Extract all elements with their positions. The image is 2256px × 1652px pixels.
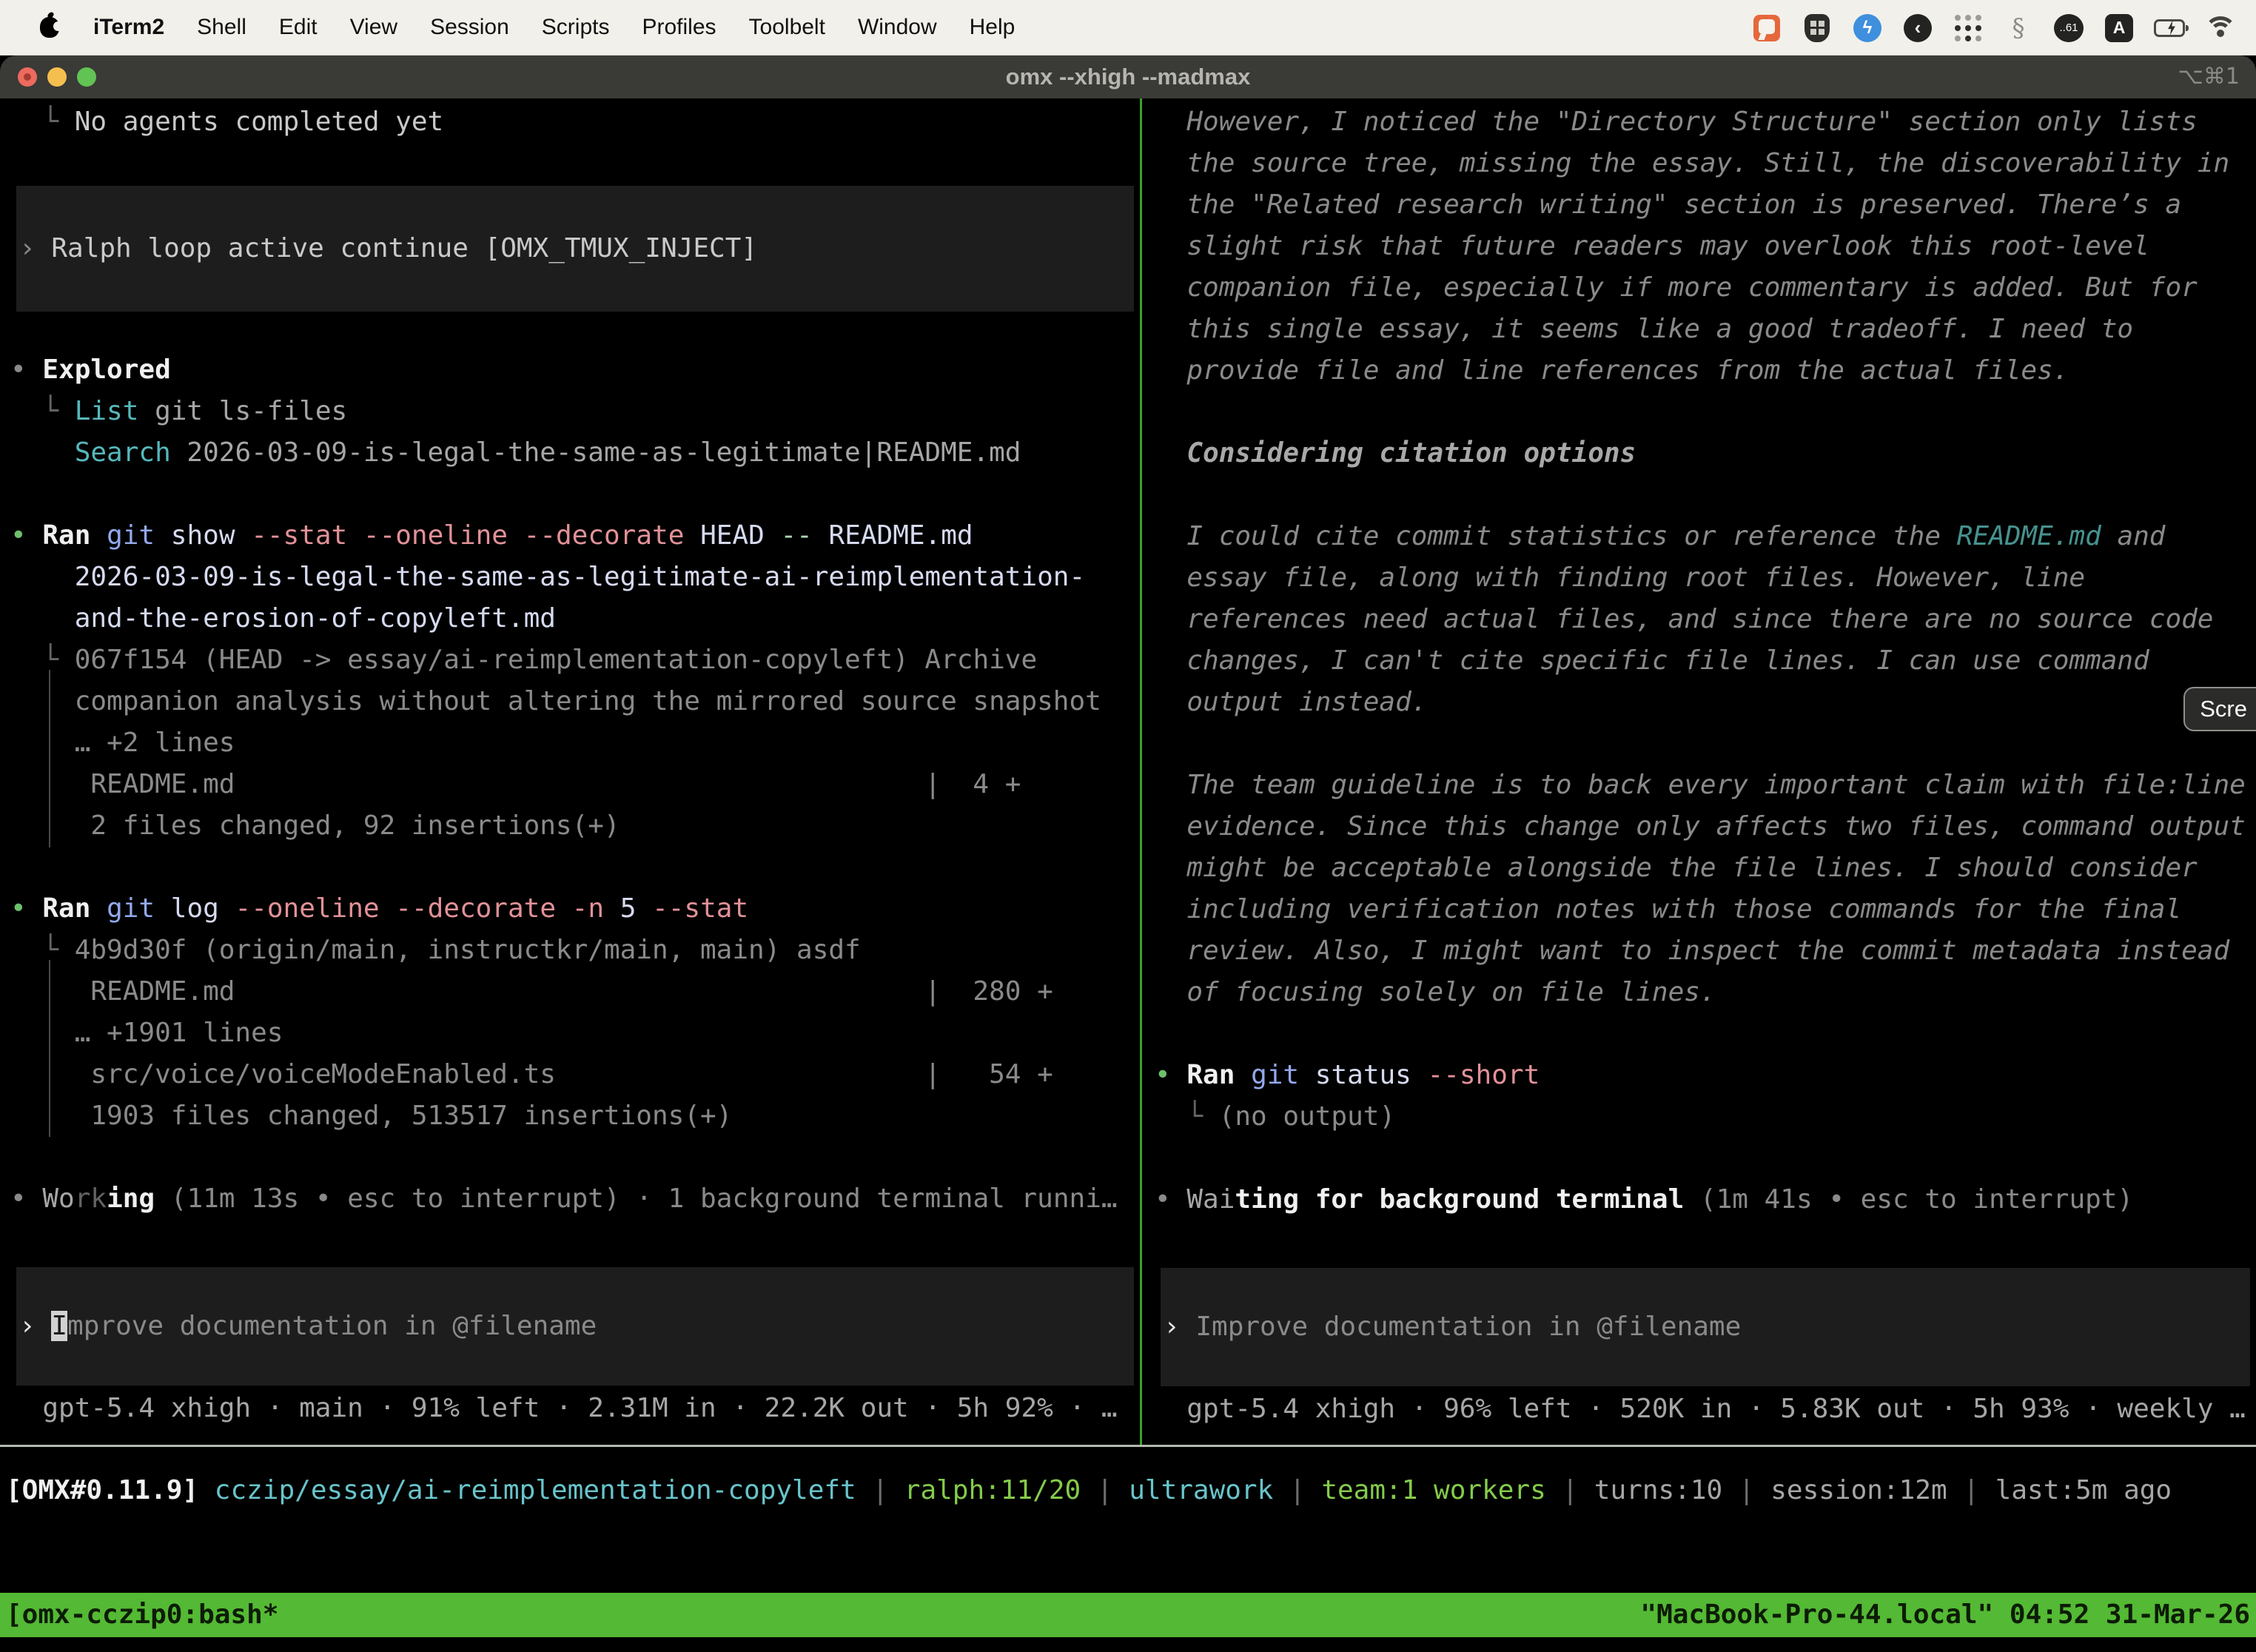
terminal-line: of focusing solely on file lines.: [1155, 972, 2256, 1013]
prompt-input[interactable]: › Ralph loop active continue [OMX_TMUX_I…: [16, 186, 1134, 312]
terminal-line: including verification notes with those …: [1155, 889, 2256, 930]
terminal-line: slight risk that future readers may over…: [1155, 226, 2256, 267]
menu-item-iterm2[interactable]: iTerm2: [93, 15, 164, 40]
pane-bottom-border: [0, 1445, 2256, 1447]
terminal-line: references need actual files, and since …: [1155, 599, 2256, 640]
tmux-session-window[interactable]: [omx-cczip0:bash*: [6, 1593, 278, 1637]
blue-badge-icon[interactable]: ϟ: [1852, 13, 1883, 44]
terminal-line: • Working (11m 13s • esc to interrupt) ·…: [10, 1178, 1140, 1220]
wifi-icon[interactable]: [2204, 13, 2235, 44]
dots-grid-icon[interactable]: [1953, 13, 1984, 44]
orange-chat-app-icon[interactable]: [1751, 13, 1782, 44]
tree-connector-line: [49, 670, 50, 847]
terminal-line: [1155, 723, 2256, 765]
terminal-line: [10, 1137, 1140, 1178]
menu-items: iTerm2 Shell Edit View Session Scripts Profile…: [93, 15, 1015, 40]
prompt-input[interactable]: › Improve documentation in @filename: [16, 1267, 1134, 1386]
terminal-line: src/voice/voiceModeEnabled.ts | 54 +: [10, 1054, 1140, 1095]
tree-connector-line: [49, 960, 50, 1137]
prompt-input[interactable]: › Improve documentation in @filename: [1161, 1268, 2250, 1386]
terminal-line: [1155, 1013, 2256, 1055]
tmux-pane-divider[interactable]: [1140, 98, 1142, 1446]
menu-item-help[interactable]: Help: [970, 15, 1015, 40]
terminal-line: the "Related research writing" section i…: [1155, 184, 2256, 226]
terminal-line: might be acceptable alongside the file l…: [1155, 847, 2256, 889]
terminal-line: [10, 474, 1140, 515]
menu-item-scripts[interactable]: Scripts: [542, 15, 610, 40]
terminal-line: review. Also, I might want to inspect th…: [1155, 930, 2256, 972]
terminal-line: • Ran git show --stat --oneline --decora…: [10, 515, 1140, 557]
terminal-line: README.md | 4 +: [10, 764, 1140, 805]
window-title-bar: omx --xhigh --madmax ⌥⌘1: [0, 56, 2256, 98]
terminal-line: 2 files changed, 92 insertions(+): [10, 805, 1140, 847]
terminal-line: [1155, 392, 2256, 433]
terminal-line: and-the-erosion-of-copyleft.md: [10, 598, 1140, 639]
right-pane: However, I noticed the "Directory Struct…: [1143, 98, 2256, 1446]
terminal-line: • Explored: [10, 349, 1140, 391]
terminal: └ No agents completed yet › Ralph loop ac…: [0, 98, 2256, 1446]
terminal-line: • Waiting for background terminal (1m 41…: [1155, 1179, 2256, 1220]
tmux-host-clock: "MacBook-Pro-44.local" 04:52 31-Mar-26: [1640, 1593, 2250, 1637]
terminal-line: The team guideline is to back every impo…: [1155, 765, 2256, 806]
terminal-line: 2026-03-09-is-legal-the-same-as-legitima…: [10, 557, 1140, 598]
model-status-line: gpt-5.4 xhigh · 96% left · 520K in · 5.8…: [1155, 1389, 2256, 1430]
terminal-line: output instead.: [1155, 682, 2256, 723]
terminal-line: Search 2026-03-09-is-legal-the-same-as-l…: [10, 432, 1140, 474]
terminal-line: README.md | 280 +: [10, 971, 1140, 1013]
menu-item-window[interactable]: Window: [858, 15, 937, 40]
window-shortcut-badge: ⌥⌘1: [2178, 56, 2240, 98]
terminal-line: the source tree, missing the essay. Stil…: [1155, 143, 2256, 184]
menu-item-toolbelt[interactable]: Toolbelt: [749, 15, 825, 40]
squiggle-icon[interactable]: §: [2003, 13, 2034, 44]
menu-item-edit[interactable]: Edit: [279, 15, 318, 40]
terminal-line: └ 4b9d30f (origin/main, instructkr/main,…: [10, 930, 1140, 971]
terminal-line: Considering citation options: [1155, 433, 2256, 474]
terminal-line: … +2 lines: [10, 722, 1140, 764]
terminal-line: I could cite commit statistics or refere…: [1155, 516, 2256, 557]
terminal-line: └ (no output): [1155, 1096, 2256, 1138]
terminal-line: However, I noticed the "Directory Struct…: [1155, 101, 2256, 143]
window-title: omx --xhigh --madmax: [0, 56, 2256, 98]
terminal-line: └ List git ls-files: [10, 391, 1140, 432]
terminal-line: provide file and line references from th…: [1155, 350, 2256, 392]
terminal-line: [1155, 1138, 2256, 1179]
terminal-line: 1903 files changed, 513517 insertions(+): [10, 1095, 1140, 1137]
spacer: [10, 312, 1140, 349]
terminal-line: changes, I can't cite specific file line…: [1155, 640, 2256, 682]
menu-bar: iTerm2 Shell Edit View Session Scripts Profile…: [0, 0, 2256, 56]
terminal-line: [1155, 474, 2256, 516]
terminal-line: • Ran git log --oneline --decorate -n 5 …: [10, 888, 1140, 930]
terminal-line: └ 067f154 (HEAD -> essay/ai-reimplementa…: [10, 639, 1140, 681]
tmux-status-bar: [omx-cczip0:bash* "MacBook-Pro-44.local"…: [0, 1593, 2256, 1637]
omx-status-bar: [OMX#0.11.9] cczip/essay/ai-reimplementa…: [0, 1469, 2256, 1512]
left-pane: └ No agents completed yet › Ralph loop ac…: [0, 98, 1140, 1446]
count-badge-icon[interactable]: ..61: [2053, 13, 2084, 44]
shield-grid-icon[interactable]: [1802, 13, 1833, 44]
screen-notification-overlay[interactable]: Scre: [2183, 687, 2256, 731]
menu-status-icons: ϟ ‹ § ..61 A: [1751, 0, 2235, 56]
terminal-line: essay file, along with finding root file…: [1155, 557, 2256, 599]
a-badge-icon[interactable]: A: [2104, 13, 2135, 44]
terminal-line: └ No agents completed yet: [10, 101, 1140, 143]
terminal-line: • Ran git status --short: [1155, 1055, 2256, 1096]
menu-item-view[interactable]: View: [350, 15, 397, 40]
terminal-line: [10, 847, 1140, 888]
battery-icon[interactable]: [2154, 13, 2185, 44]
menu-item-profiles[interactable]: Profiles: [642, 15, 716, 40]
terminal-line: evidence. Since this change only affects…: [1155, 806, 2256, 847]
terminal-line: … +1901 lines: [10, 1013, 1140, 1054]
terminal-line: this single essay, it seems like a good …: [1155, 309, 2256, 350]
apple-logo-icon[interactable]: [40, 17, 59, 38]
terminal-line: companion file, especially if more comme…: [1155, 267, 2256, 309]
chevron-circle-icon[interactable]: ‹: [1902, 13, 1933, 44]
menu-item-shell[interactable]: Shell: [197, 15, 246, 40]
model-status-line: gpt-5.4 xhigh · main · 91% left · 2.31M …: [10, 1388, 1140, 1429]
menu-item-session[interactable]: Session: [430, 15, 509, 40]
terminal-line: companion analysis without altering the …: [10, 681, 1140, 722]
